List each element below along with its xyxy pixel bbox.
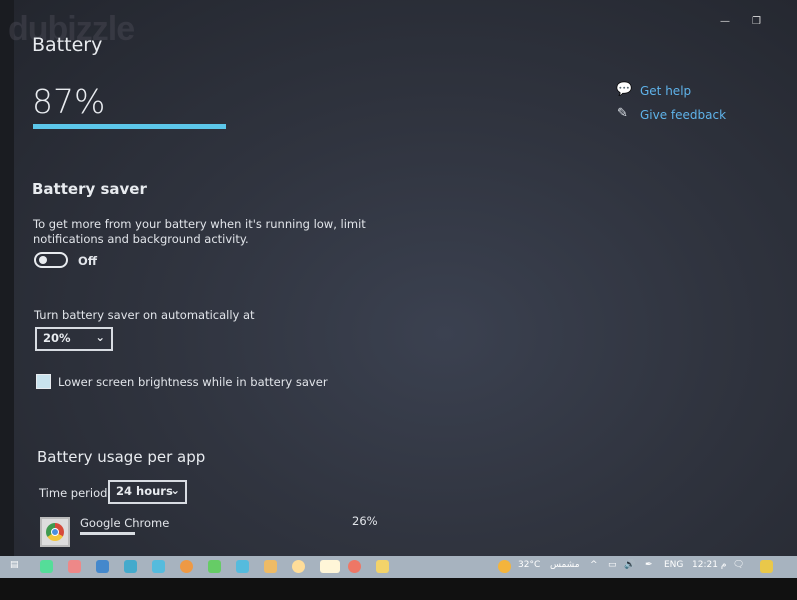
app-icon[interactable] [124, 560, 137, 573]
brightness-label: Lower screen brightness while in battery… [58, 375, 328, 389]
auto-saver-value: 20% [43, 331, 71, 345]
chevron-up-icon[interactable]: ^ [590, 560, 598, 570]
help-icon: 💬 [616, 82, 633, 97]
time-period-label: Time period: [39, 486, 112, 500]
give-feedback-link[interactable]: Give feedback [640, 108, 726, 122]
time-period-dropdown[interactable]: 24 hours ⌄ [108, 480, 187, 504]
toggle-state: Off [78, 254, 98, 268]
app-icon[interactable] [236, 560, 249, 573]
usage-heading: Battery usage per app [37, 448, 206, 466]
task-view-icon[interactable]: ▤ [10, 560, 19, 570]
facebook-icon[interactable] [96, 560, 109, 573]
volume-icon[interactable]: 🔊 [624, 560, 635, 570]
chevron-down-icon: ⌄ [170, 483, 180, 497]
brightness-checkbox[interactable] [36, 374, 51, 389]
chrome-taskbar-icon[interactable] [348, 560, 361, 573]
battery-level-bar [33, 124, 226, 129]
notification-icon[interactable]: 🗨 [733, 560, 744, 570]
edge-icon[interactable] [152, 560, 165, 573]
chevron-down-icon: ⌄ [95, 330, 105, 344]
maximize-button[interactable]: ❐ [752, 16, 761, 27]
taskbar: ▤ 32°C مشمس ^ ▭ 🔊 ✒ ENG 12:21 م 🗨 [0, 556, 797, 578]
app-icon[interactable] [68, 560, 81, 573]
get-help-link[interactable]: Get help [640, 84, 691, 98]
app-icon[interactable] [320, 560, 340, 573]
battery-percent: 87% [32, 82, 106, 121]
app-icon[interactable] [760, 560, 773, 573]
app-icon[interactable] [208, 560, 221, 573]
saver-description-2: notifications and background activity. [33, 232, 249, 246]
weather-desc: مشمس [550, 560, 580, 570]
weather-temp[interactable]: 32°C [518, 560, 540, 570]
pen-icon[interactable]: ✒ [645, 560, 653, 570]
chrome-app-icon [40, 517, 70, 547]
feedback-icon: ✎ [617, 106, 628, 121]
whatsapp-icon[interactable] [40, 560, 53, 573]
app-usage-bar [80, 532, 135, 535]
battery-saver-heading: Battery saver [32, 180, 147, 198]
minimize-button[interactable]: — [720, 16, 730, 27]
app-icon[interactable] [264, 560, 277, 573]
language-indicator[interactable]: ENG [664, 560, 683, 570]
screen-bezel [0, 0, 14, 556]
app-name[interactable]: Google Chrome [80, 516, 169, 530]
auto-saver-label: Turn battery saver on automatically at [34, 308, 255, 322]
saver-description: To get more from your battery when it's … [33, 217, 366, 231]
time-period-value: 24 hours [116, 484, 173, 498]
app-percent: 26% [352, 514, 378, 528]
clock[interactable]: 12:21 م [692, 560, 726, 570]
app-icon[interactable] [292, 560, 305, 573]
battery-icon[interactable]: ▭ [608, 560, 617, 570]
page-title: Battery [32, 34, 103, 56]
auto-saver-dropdown[interactable]: 20% ⌄ [35, 327, 113, 351]
chrome-taskbar-icon[interactable] [180, 560, 193, 573]
battery-saver-toggle[interactable] [34, 252, 68, 268]
weather-icon [498, 560, 511, 573]
file-explorer-icon[interactable] [376, 560, 389, 573]
